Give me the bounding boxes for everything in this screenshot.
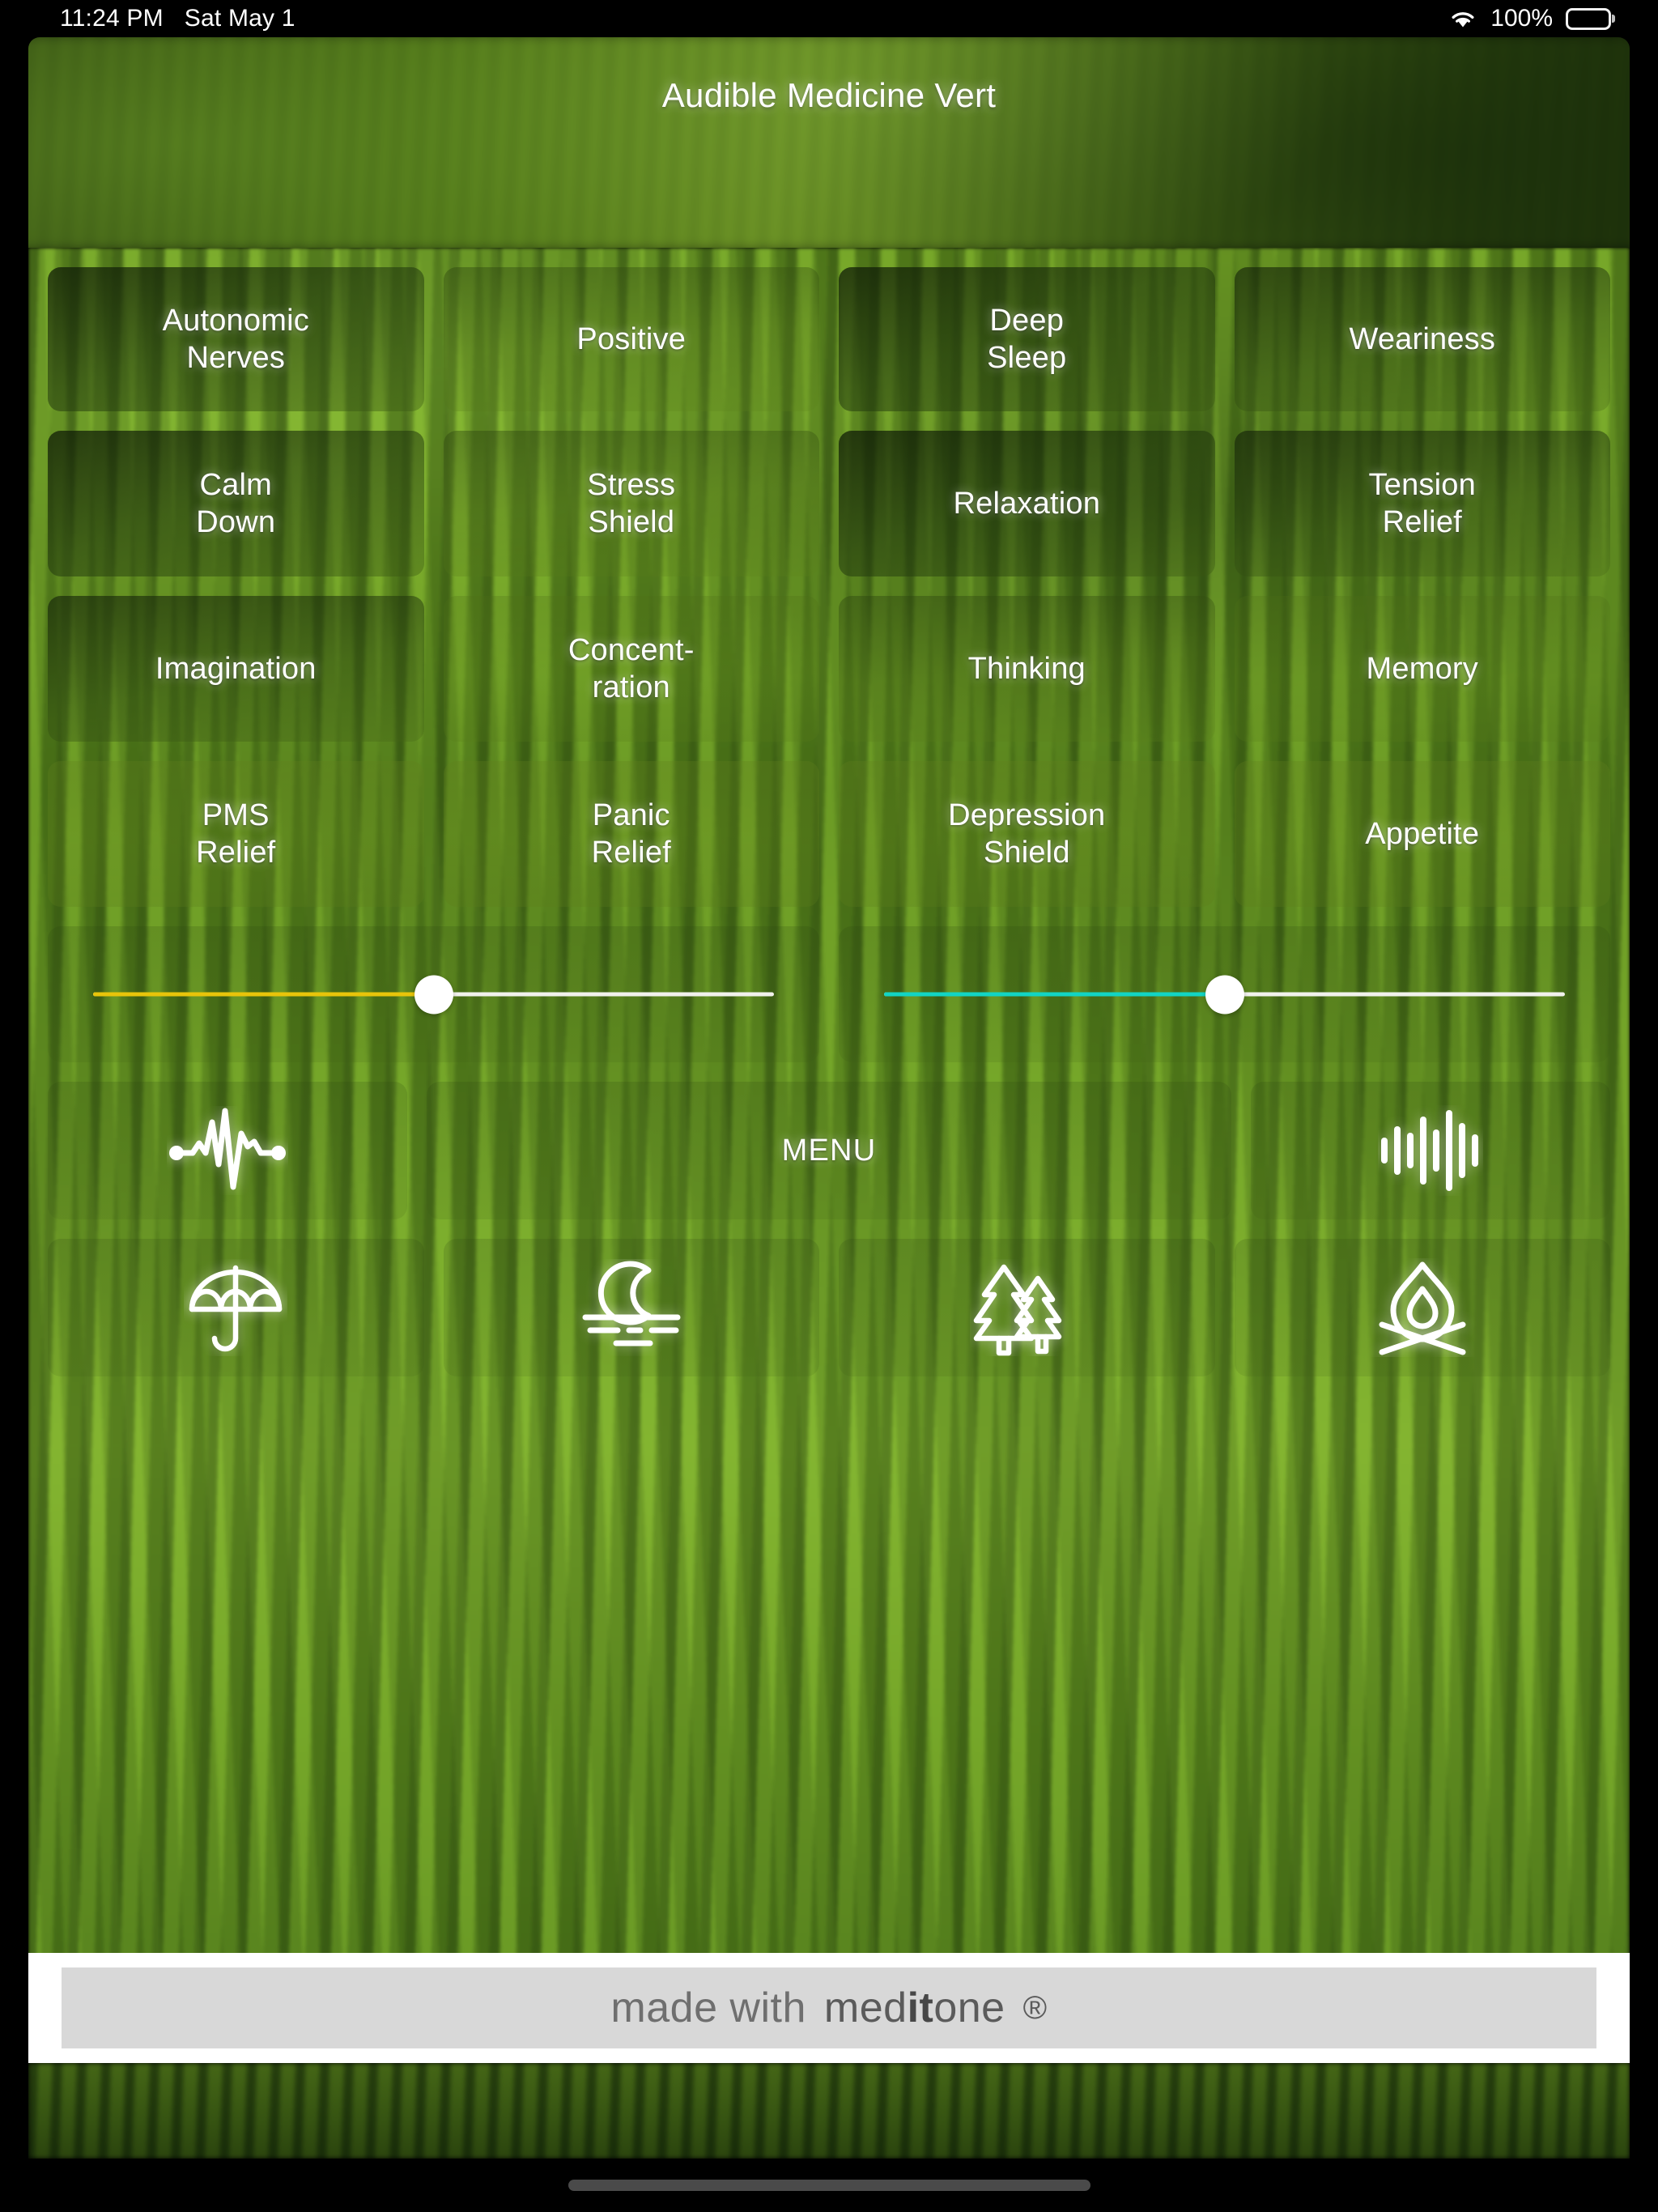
wifi-icon [1448, 8, 1477, 29]
grid-row-2: Calm Down Stress Shield Relaxation Tensi… [48, 431, 1610, 576]
status-bar-right: 100% [1448, 5, 1611, 32]
preset-label: Deep Sleep [987, 303, 1067, 375]
preset-button-concentration[interactable]: Concent- ration [443, 596, 819, 742]
scene-button-campfire[interactable] [1234, 1239, 1610, 1376]
preset-button-calm-down[interactable]: Calm Down [48, 431, 424, 576]
battery-percent-label: 100% [1490, 5, 1553, 32]
slider-right-thumb[interactable] [1205, 975, 1244, 1014]
app-window: Audible Medicine Vert Autonomic Nerves P… [28, 37, 1630, 2159]
banner-brand-text: meditone [824, 1984, 1005, 2032]
preset-label: Concent- ration [568, 632, 695, 704]
home-indicator[interactable] [568, 2180, 1090, 2191]
preset-button-thinking[interactable]: Thinking [839, 596, 1215, 742]
preset-button-depression-shield[interactable]: Depression Shield [839, 761, 1215, 907]
preset-button-memory[interactable]: Memory [1234, 596, 1610, 742]
slider-left-track[interactable] [93, 975, 774, 1014]
preset-button-relaxation[interactable]: Relaxation [839, 431, 1215, 576]
scene-button-rain[interactable] [48, 1239, 424, 1376]
moon-over-water-icon [582, 1261, 681, 1346]
preset-button-stress-shield[interactable]: Stress Shield [443, 431, 819, 576]
preset-label: Thinking [967, 651, 1086, 686]
campfire-icon [1379, 1261, 1466, 1355]
preset-button-weariness[interactable]: Weariness [1234, 267, 1610, 411]
home-indicator-area [0, 2159, 1658, 2212]
preset-button-panic-relief[interactable]: Panic Relief [443, 761, 819, 907]
menu-button[interactable]: MENU [426, 1082, 1232, 1219]
preset-button-deep-sleep[interactable]: Deep Sleep [839, 267, 1215, 411]
preset-label: Panic Relief [591, 798, 671, 870]
status-time: 11:24 PM [60, 5, 164, 32]
grid-row-1: Autonomic Nerves Positive Deep Sleep Wea… [48, 267, 1610, 411]
preset-button-imagination[interactable]: Imagination [48, 596, 424, 742]
slider-left-fill [93, 992, 434, 997]
preset-label: Relaxation [953, 486, 1101, 521]
slider-left-thumb[interactable] [414, 975, 453, 1014]
footer-background-strip [28, 2063, 1630, 2159]
preset-label: Autonomic Nerves [162, 303, 309, 375]
banner-made-with-text: made with [610, 1984, 806, 2031]
main-content: Autonomic Nerves Positive Deep Sleep Wea… [28, 248, 1630, 2063]
slider-left[interactable] [48, 926, 819, 1062]
grid-row-3: Imagination Concent- ration Thinking Mem… [48, 596, 1610, 742]
pine-trees-icon [974, 1264, 1062, 1356]
equalizer-button[interactable] [1251, 1082, 1611, 1219]
preset-label: Calm Down [196, 467, 276, 539]
pulse-waveform-button[interactable] [48, 1082, 407, 1219]
umbrella-icon [189, 1265, 283, 1352]
preset-label: PMS Relief [196, 798, 276, 870]
app-header: Audible Medicine Vert [28, 37, 1630, 248]
preset-button-positive[interactable]: Positive [443, 267, 819, 411]
preset-label: Memory [1366, 651, 1478, 686]
preset-label: Tension Relief [1368, 467, 1476, 539]
status-bar-left: 11:24 PM Sat May 1 [60, 5, 295, 32]
brand-suffix: one [933, 1984, 1005, 2031]
slider-right-fill [884, 992, 1225, 997]
preset-label: Weariness [1349, 321, 1496, 356]
preset-button-autonomic-nerves[interactable]: Autonomic Nerves [48, 267, 424, 411]
page-title: Audible Medicine Vert [661, 76, 997, 114]
scene-button-forest[interactable] [839, 1239, 1215, 1376]
button-grid: Autonomic Nerves Positive Deep Sleep Wea… [28, 248, 1630, 2063]
brand-heavy: it [907, 1984, 934, 2031]
menu-button-label: MENU [781, 1133, 877, 1168]
preset-label: Depression Shield [948, 798, 1106, 870]
footer-banner[interactable]: made with meditone ® [28, 1953, 1630, 2063]
preset-button-tension-relief[interactable]: Tension Relief [1234, 431, 1610, 576]
grid-row-menu: MENU [48, 1082, 1611, 1219]
slider-right[interactable] [839, 926, 1610, 1062]
preset-label: Imagination [155, 651, 317, 686]
grid-row-4: PMS Relief Panic Relief Depression Shiel… [48, 761, 1610, 907]
preset-button-appetite[interactable]: Appetite [1234, 761, 1610, 907]
meditone-banner[interactable]: made with meditone ® [62, 1967, 1596, 2048]
equalizer-bars-icon [1381, 1110, 1479, 1191]
scene-button-night[interactable] [443, 1239, 819, 1376]
pulse-waveform-icon [168, 1108, 286, 1190]
status-bar: 11:24 PM Sat May 1 100% [0, 0, 1658, 37]
grid-row-sliders [48, 926, 1610, 1062]
battery-full-icon [1566, 7, 1611, 30]
status-date: Sat May 1 [184, 5, 295, 32]
preset-button-pms-relief[interactable]: PMS Relief [48, 761, 424, 907]
preset-label: Appetite [1365, 816, 1480, 851]
preset-label: Stress Shield [587, 467, 676, 539]
registered-trademark-icon: ® [1022, 1989, 1048, 2026]
slider-right-track[interactable] [884, 975, 1565, 1014]
preset-label: Positive [576, 321, 687, 356]
brand-prefix: med [823, 1984, 908, 2031]
grid-row-scenes [48, 1239, 1610, 1376]
